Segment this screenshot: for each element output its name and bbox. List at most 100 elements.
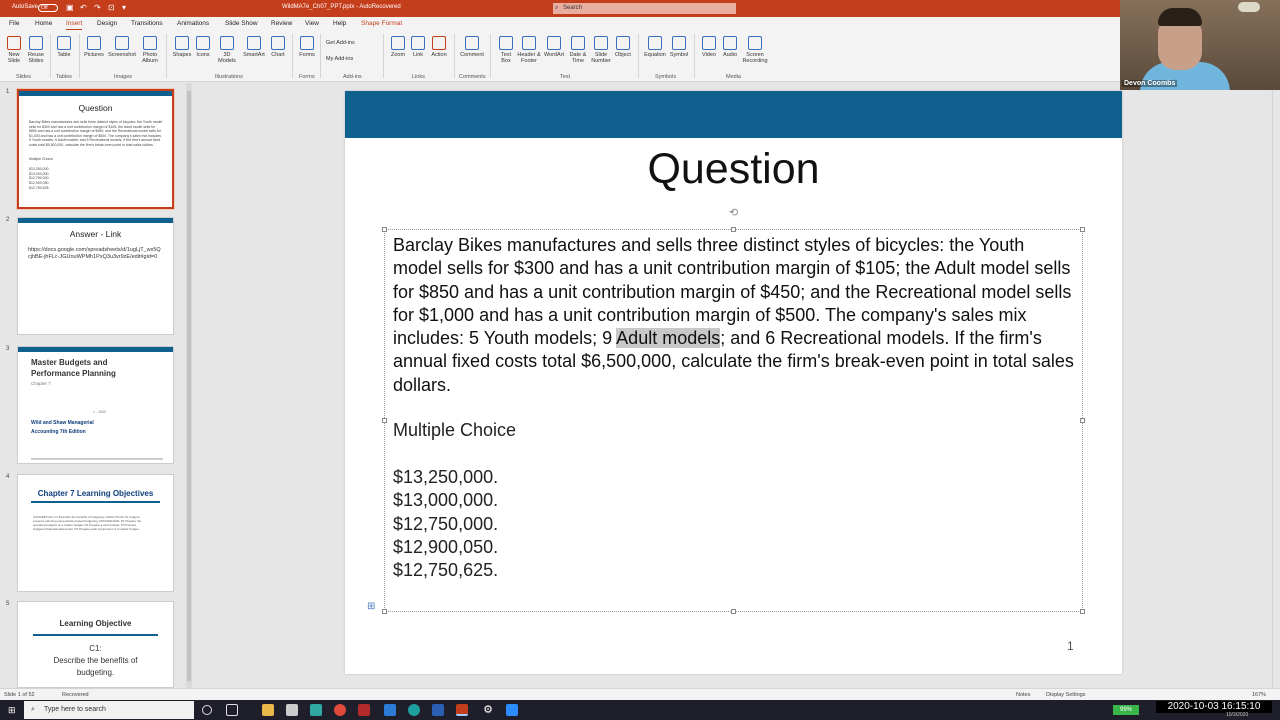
redo-icon[interactable]: ↷ [94,3,102,12]
resize-handle[interactable] [1080,418,1085,423]
slide-thumbnail-3[interactable]: Master Budgets and Performance Planning … [17,346,174,464]
forms-button[interactable]: Forms [297,36,317,58]
table-button[interactable]: Table [54,36,74,58]
edge-icon[interactable] [408,704,420,716]
screenshot-button[interactable]: Screenshot [107,36,137,58]
tab-design[interactable]: Design [97,20,117,27]
icons-button[interactable]: Icons [194,36,212,58]
store-icon[interactable] [286,704,298,716]
screen-recording-button[interactable]: Screen Recording [741,36,769,64]
reuse-slides-button[interactable]: Reuse Slides [26,36,46,64]
link-icon [411,36,425,50]
tab-insert[interactable]: Insert [66,20,83,30]
mail-icon[interactable] [384,704,396,716]
task-view-icon[interactable] [226,704,238,716]
settings-gear-icon[interactable]: ⚙ [482,704,494,716]
slide-number: 4 [6,474,10,480]
shapes-button[interactable]: Shapes [171,36,193,58]
chrome-icon[interactable] [334,704,346,716]
link-button[interactable]: Link [409,36,427,58]
tab-shape-format[interactable]: Shape Format [361,20,402,27]
slide-title[interactable]: Question [345,145,1122,194]
resize-handle[interactable] [731,609,736,614]
customize-qat-icon[interactable]: ▾ [122,3,130,12]
tab-transitions[interactable]: Transitions [131,20,163,27]
tab-animations[interactable]: Animations [177,20,209,27]
zoom-icon[interactable] [506,704,518,716]
comment-button[interactable]: Comment [458,36,486,58]
slide-thumbnail-2[interactable]: Answer - Link https://docs.google.com/sp… [17,217,174,335]
vertical-scrollbar[interactable] [1272,90,1280,688]
battery-indicator[interactable]: 99% [1113,705,1139,715]
tab-review[interactable]: Review [271,20,292,27]
rotate-handle-icon[interactable]: ⟲ [729,206,738,219]
slide-number-icon [594,36,608,50]
slide-thumbnail-5[interactable]: Learning Objective C1: Describe the bene… [17,601,174,688]
slide-number-button[interactable]: Slide Number [590,36,612,64]
photo-album-button[interactable]: Photo Album [139,36,161,64]
window-title: WildMA7e_Ch07_PPT.pptx - AutoRecovered [282,4,401,10]
resize-handle[interactable] [1080,609,1085,614]
my-add-ins-button[interactable]: My Add-ins [326,56,353,62]
get-add-ins-button[interactable]: Get Add-ins [326,40,355,46]
tab-view[interactable]: View [305,20,319,27]
thumbnail-underline [31,501,160,503]
slide-thumbnail-1[interactable]: Question Barclay Bikes manufactures and … [16,88,175,210]
header-footer-button[interactable]: Header & Footer [516,36,542,64]
chart-button[interactable]: Chart [268,36,288,58]
save-icon[interactable]: ▣ [66,3,74,12]
tab-file[interactable]: File [9,20,19,27]
question-text[interactable]: Barclay Bikes manufactures and sells thr… [393,234,1076,397]
smartart-button[interactable]: SmartArt [240,36,268,58]
text-box-button[interactable]: Text Box [496,36,516,64]
tab-home[interactable]: Home [35,20,52,27]
resize-handle[interactable] [731,227,736,232]
windows-start-icon[interactable]: ⊞ [8,705,18,715]
app-icon[interactable] [310,704,322,716]
thumbnail-scroll-thumb[interactable] [187,91,191,681]
resize-handle[interactable] [382,418,387,423]
autosave-toggle[interactable]: Off [38,4,58,12]
content-textbox[interactable]: Barclay Bikes manufactures and sells thr… [382,227,1085,614]
notes-button[interactable]: Notes [1016,692,1030,698]
audio-button[interactable]: Audio [720,36,740,58]
reuse-slides-icon [29,36,43,50]
3d-models-button[interactable]: 3D Models [214,36,240,64]
taskbar-search[interactable]: ⌕ Type here to search [24,701,194,719]
thumbnail-title: Learning Objective [59,619,132,628]
search-box[interactable]: ⌕ Search [553,3,736,14]
tab-slide-show[interactable]: Slide Show [225,20,258,27]
resize-handle[interactable] [1080,227,1085,232]
symbol-button[interactable]: Symbol [668,36,690,58]
group-tables: Tables [56,74,72,80]
word-icon[interactable] [432,704,444,716]
omega-icon [672,36,686,50]
wordart-button[interactable]: WordArt [542,36,566,58]
display-settings-button[interactable]: Display Settings [1046,692,1085,698]
file-explorer-icon[interactable] [262,704,274,716]
thumbnail-scrollbar[interactable] [186,83,192,688]
equation-button[interactable]: Equation [642,36,668,58]
zoom-level[interactable]: 167% [1252,692,1266,698]
resize-handle[interactable] [382,227,387,232]
cortana-icon[interactable] [202,705,212,715]
zoom-button[interactable]: Zoom [388,36,408,58]
tab-help[interactable]: Help [333,20,346,27]
action-button[interactable]: Action [428,36,450,58]
wordart-icon [547,36,561,50]
slide-thumbnail-4[interactable]: Chapter 7 Learning Objectives CONCEPTUAL… [17,474,174,592]
resize-handle[interactable] [382,609,387,614]
new-slide-button[interactable]: New Slide [5,36,23,64]
present-icon[interactable]: ⊡ [108,3,116,12]
object-button[interactable]: Object [612,36,634,58]
video-button[interactable]: Video [699,36,719,58]
slide-canvas[interactable]: Question ⟲ Barclay Bikes manufactures an… [345,91,1122,674]
undo-icon[interactable]: ↶ [80,3,88,12]
app-icon[interactable] [358,704,370,716]
powerpoint-icon[interactable] [456,704,468,716]
add-content-icon[interactable]: ⊞ [367,601,375,612]
thumbnail-mark: 1 - 1843 [93,410,106,414]
highlighted-text[interactable]: Adult models [616,328,721,349]
pictures-button[interactable]: Pictures [82,36,106,58]
date-time-button[interactable]: Date & Time [566,36,590,64]
